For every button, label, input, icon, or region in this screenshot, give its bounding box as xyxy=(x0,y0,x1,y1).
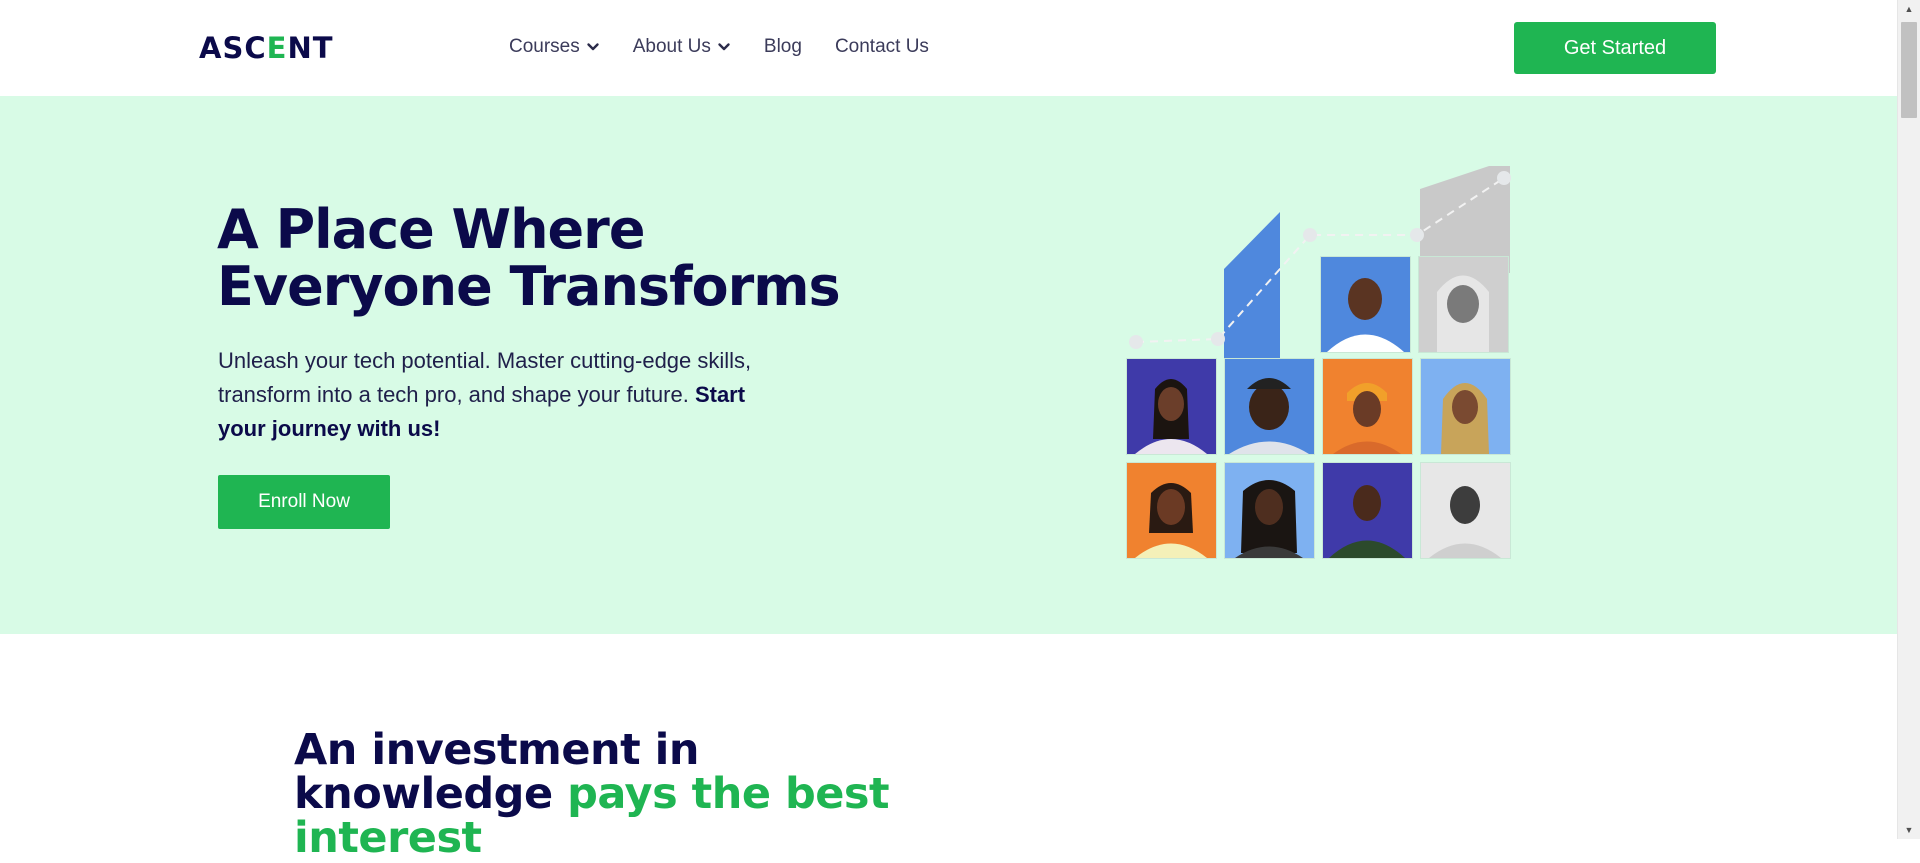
site-header: ASCENT Courses About Us Blog Contact Us … xyxy=(0,0,1897,96)
student-portrait-image xyxy=(1320,256,1411,353)
ascent-logo[interactable]: ASCENT xyxy=(199,32,334,64)
nav-item-contact-us[interactable]: Contact Us xyxy=(835,36,929,58)
student-portrait-image xyxy=(1126,358,1217,455)
nav-item-courses[interactable]: Courses xyxy=(509,36,600,58)
student-portrait-image xyxy=(1420,462,1511,559)
student-portrait-image xyxy=(1420,358,1511,455)
hero-subtitle: Unleash your tech potential. Master cutt… xyxy=(218,344,778,446)
nav-blog-label: Blog xyxy=(763,36,802,57)
logo-text-end: NT xyxy=(287,31,334,65)
student-portrait-image xyxy=(1224,358,1315,455)
hero-subtitle-text: Unleash your tech potential. Master cutt… xyxy=(218,348,752,407)
student-portrait-image xyxy=(1322,462,1413,559)
nav-about-label: About Us xyxy=(632,36,711,57)
student-portrait-image xyxy=(1126,462,1217,559)
hero-title-line2: Everyone Transforms xyxy=(217,255,841,318)
hero-title: A Place Where Everyone Transforms xyxy=(217,201,917,315)
student-portrait-image xyxy=(1224,462,1315,559)
scrollbar-thumb[interactable] xyxy=(1901,22,1917,118)
chevron-down-icon xyxy=(718,43,730,51)
logo-text-accent: E xyxy=(266,31,288,65)
nav-item-about-us[interactable]: About Us xyxy=(633,36,731,58)
main-nav: Courses About Us Blog Contact Us xyxy=(509,36,962,58)
student-portrait-image xyxy=(1322,358,1413,455)
investment-section-title: An investment in knowledge pays the best… xyxy=(294,728,914,860)
enroll-now-button[interactable]: Enroll Now xyxy=(218,475,390,529)
nav-contact-label: Contact Us xyxy=(834,36,929,57)
scroll-down-arrow-icon[interactable]: ▼ xyxy=(1898,821,1920,839)
chevron-down-icon xyxy=(587,43,599,51)
student-portrait-image xyxy=(1418,256,1509,353)
hero-collage-illustration xyxy=(1120,166,1520,566)
scroll-up-arrow-icon[interactable]: ▲ xyxy=(1898,0,1920,18)
logo-text-start: ASC xyxy=(199,31,267,65)
nav-courses-label: Courses xyxy=(509,36,580,57)
hero-title-line1: A Place Where xyxy=(217,198,645,261)
get-started-button[interactable]: Get Started xyxy=(1514,22,1716,74)
nav-item-blog[interactable]: Blog xyxy=(764,36,802,58)
hero-section: A Place Where Everyone Transforms Unleas… xyxy=(0,96,1897,634)
page-scrollbar[interactable]: ▲ ▼ xyxy=(1897,0,1920,839)
